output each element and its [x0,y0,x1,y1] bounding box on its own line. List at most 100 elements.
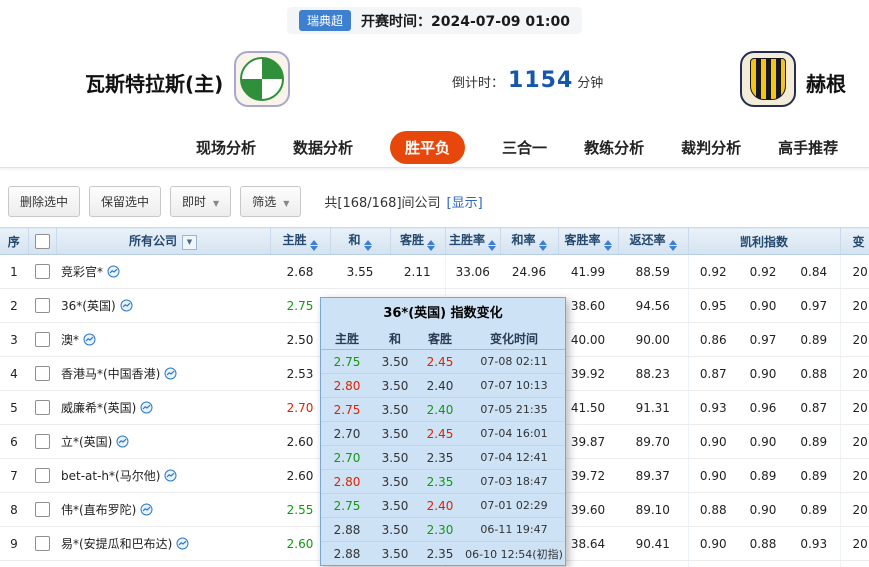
col-header-away[interactable]: 客胜 [390,228,445,255]
table-row: 1 竞彩官* 2.68 3.55 2.11 33.06 24.96 41.99 … [0,255,869,289]
tab-referee-analysis[interactable]: 裁判分析 [681,137,741,158]
sort-icon[interactable] [427,240,435,251]
odds-trend-icon[interactable] [120,299,133,312]
keep-selected-button[interactable]: 保留选中 [89,186,161,217]
col-header-home-rate[interactable]: 主胜率 [445,228,500,255]
kelly-draw-cell: 0.90 [738,425,788,459]
col-header-home[interactable]: 主胜 [270,228,330,255]
return-rate-cell: 90.41 [618,527,688,561]
return-rate-cell: 94.16 [618,561,688,567]
row-checkbox[interactable] [35,468,50,483]
delete-selected-button[interactable]: 删除选中 [8,186,80,217]
popup-row: 2.70 3.50 2.35 07-04 12:41 [321,446,565,470]
row-checkbox[interactable] [35,434,50,449]
company-name[interactable]: 伟*(直布罗陀) [61,503,136,517]
odds-home-cell[interactable]: 2.68 [270,255,330,289]
tab-coach-analysis[interactable]: 教练分析 [584,137,644,158]
tab-expert-picks[interactable]: 高手推荐 [778,137,838,158]
filter-dropdown[interactable]: 筛选▼ [240,186,301,217]
popup-away-odds: 2.45 [417,355,463,369]
row-checkbox[interactable] [35,366,50,381]
popup-header-row: 主胜 和 客胜 变化时间 [321,327,565,350]
countdown-unit: 分钟 [577,72,603,91]
return-rate-cell: 89.10 [618,493,688,527]
row-checkbox[interactable] [35,536,50,551]
odds-away-cell[interactable]: 2.11 [390,255,445,289]
row-checkbox[interactable] [35,264,50,279]
company-name[interactable]: bet-at-h*(马尔他) [61,469,160,483]
odds-trend-icon[interactable] [116,435,129,448]
popup-away-odds: 2.35 [417,547,463,561]
popup-away-odds: 2.40 [417,499,463,513]
popup-draw-odds: 3.50 [373,523,417,537]
col-header-company[interactable]: 所有公司▼ [56,228,270,255]
show-link[interactable]: [显示] [447,192,483,211]
odds-trend-icon[interactable] [140,503,153,516]
odds-trend-icon[interactable] [164,367,177,380]
sort-icon[interactable] [604,240,612,251]
tab-live-analysis[interactable]: 现场分析 [196,137,256,158]
odds-trend-icon[interactable] [176,537,189,550]
popup-row: 2.75 3.50 2.45 07-08 02:11 [321,350,565,374]
row-checkbox-cell [28,323,56,357]
popup-change-time: 07-04 16:01 [463,427,565,440]
kelly-away-cell: 0.89 [788,459,840,493]
company-filter-dropdown-icon[interactable]: ▼ [182,235,197,250]
row-checkbox[interactable] [35,298,50,313]
sort-icon[interactable] [364,240,372,251]
odds-trend-icon[interactable] [164,469,177,482]
tab-three-in-one[interactable]: 三合一 [502,137,547,158]
popup-home-odds: 2.70 [321,427,373,441]
row-checkbox[interactable] [35,332,50,347]
col-header-draw-rate[interactable]: 和率 [500,228,558,255]
draw-rate-cell: 24.96 [500,255,558,289]
odds-trend-icon[interactable] [83,333,96,346]
kickoff-time: 开赛时间：2024-07-09 01:00 [361,11,570,31]
row-checkbox[interactable] [35,400,50,415]
sort-icon[interactable] [488,240,496,251]
col-header-kelly[interactable]: 凯利指数 [688,228,840,255]
company-name[interactable]: 易*(安提瓜和巴布达) [61,537,172,551]
away-team-logo [740,51,796,107]
col-header-change[interactable]: 变 [840,228,869,255]
odds-change-popup: 36*(英国) 指数变化 主胜 和 客胜 变化时间 2.75 3.50 2.45… [320,297,566,566]
company-name[interactable]: 威廉希*(英国) [61,401,136,415]
company-name[interactable]: 立*(英国) [61,435,112,449]
popup-draw-odds: 3.50 [373,475,417,489]
kelly-home-cell: 0.86 [688,323,738,357]
popup-home-odds: 2.75 [321,403,373,417]
company-name[interactable]: 香港马*(中国香港) [61,367,160,381]
popup-col-home: 主胜 [321,330,373,347]
col-header-draw[interactable]: 和 [330,228,390,255]
away-rate-cell: 39.87 [558,425,618,459]
select-all-checkbox[interactable] [35,234,50,249]
sort-icon[interactable] [669,240,677,251]
company-cell: 香港马*(中国香港) [56,357,270,391]
tab-win-draw-loss[interactable]: 胜平负 [390,131,465,164]
row-checkbox[interactable] [35,502,50,517]
row-seq: 7 [0,459,28,493]
odds-trend-icon[interactable] [140,401,153,414]
popup-change-time: 07-01 02:29 [463,499,565,512]
popup-title: 36*(英国) 指数变化 [321,298,565,327]
kelly-draw-cell: 0.88 [738,527,788,561]
company-name[interactable]: 澳* [61,333,79,347]
tab-data-analysis[interactable]: 数据分析 [293,137,353,158]
company-cell: bet-at-h*(马尔他) [56,459,270,493]
kelly-away-cell: 0.89 [788,323,840,357]
table-header-row: 序 所有公司▼ 主胜 和 客胜 主胜率 和率 客胜率 返还率 凯利指数 变 [0,228,869,255]
sort-icon[interactable] [539,240,547,251]
away-team-emblem-icon [750,58,786,100]
row-checkbox-cell [28,357,56,391]
company-name[interactable]: 竞彩官* [61,265,103,279]
company-cell: 立*(英国) [56,425,270,459]
odds-draw-cell[interactable]: 3.55 [330,255,390,289]
company-name[interactable]: 36*(英国) [61,299,116,313]
odds-trend-icon[interactable] [107,265,120,278]
league-badge[interactable]: 瑞典超 [299,10,351,31]
col-header-return-rate[interactable]: 返还率 [618,228,688,255]
sort-icon[interactable] [310,240,318,251]
col-header-away-rate[interactable]: 客胜率 [558,228,618,255]
instant-dropdown[interactable]: 即时▼ [170,186,231,217]
company-cell: 36*(英国) [56,289,270,323]
